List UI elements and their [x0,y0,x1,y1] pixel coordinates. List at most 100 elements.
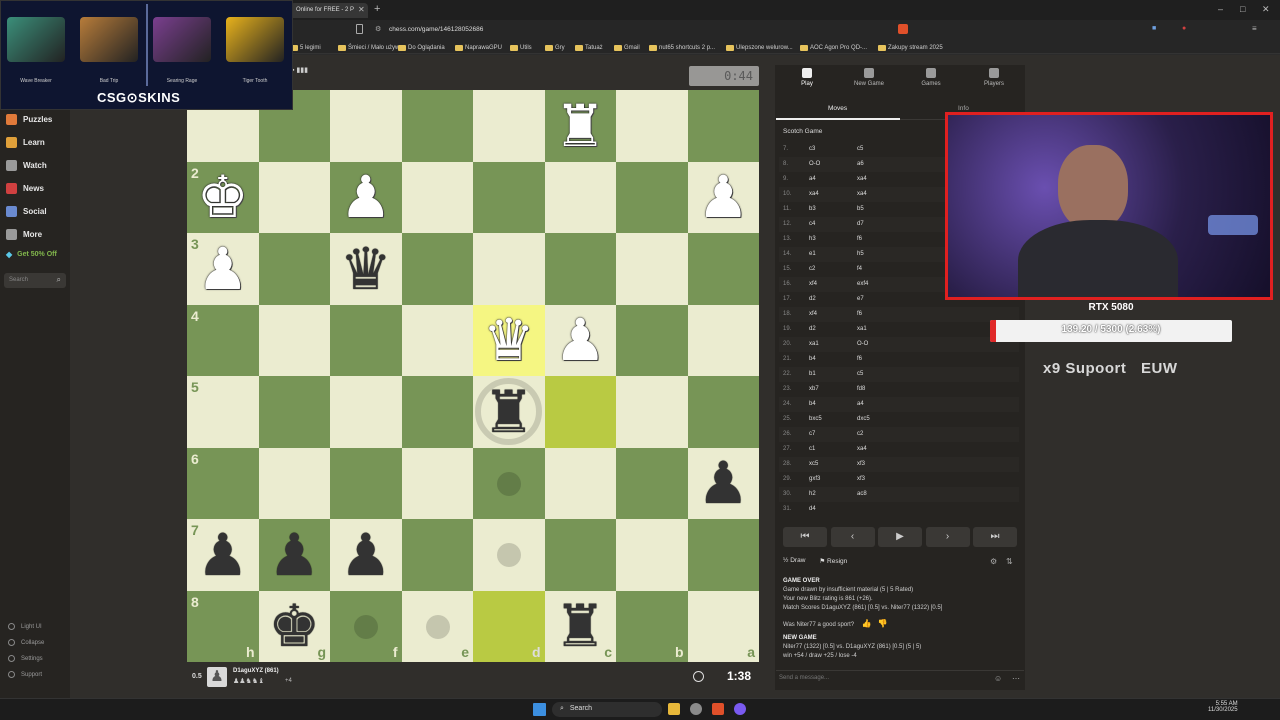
white-move[interactable]: xa4 [809,191,819,197]
bookmark-item[interactable]: Ulepszone welurow... [726,43,793,52]
sidebar-item-watch[interactable]: Watch [6,156,47,174]
board-square[interactable]: ♛ [330,233,402,305]
bookmark-icon[interactable] [356,24,363,34]
resign-button[interactable]: ⚑ Resign [819,557,847,565]
minimize-button[interactable]: – [1218,4,1223,14]
close-window-button[interactable]: ✕ [1262,4,1270,15]
board-square[interactable] [401,304,473,376]
white-move[interactable]: b4 [809,356,816,362]
nav-new-game[interactable]: New Game [844,68,894,87]
sidebar-footer-collapse[interactable]: Collapse [8,639,44,646]
previous-move-button[interactable]: ‹ [830,527,875,547]
black-move[interactable]: xf3 [857,476,865,482]
black-move[interactable]: c5 [857,371,863,377]
app-icon[interactable] [690,703,702,715]
extension-icon[interactable]: ● [1182,25,1186,32]
file-explorer-icon[interactable] [668,703,680,715]
next-move-button[interactable]: › [925,527,970,547]
sidebar-footer-settings[interactable]: Settings [8,655,43,662]
black-move[interactable]: h5 [857,251,864,257]
player-name[interactable]: D1aguXYZ (861) [233,668,279,674]
black-move[interactable]: f6 [857,311,862,317]
move-hint-dot[interactable] [497,543,521,567]
board-square[interactable]: ♜ [473,376,545,448]
board-square[interactable] [401,519,473,591]
board-square[interactable] [258,376,330,448]
black-king-piece[interactable]: ♚ [259,591,331,663]
url-field[interactable]: chess.com/game/146128052686 [389,26,483,33]
board-square[interactable]: e [401,590,473,662]
close-tab-icon[interactable]: ✕ [358,5,365,14]
white-queen-piece[interactable]: ♛ [473,305,545,377]
board-square[interactable]: 6 [187,447,259,519]
black-move[interactable]: fd8 [857,386,865,392]
first-move-button[interactable]: ⏮ [783,527,827,547]
board-square[interactable]: 4 [187,304,259,376]
board-square[interactable] [330,376,402,448]
sidebar-footer-support[interactable]: Support [8,671,42,678]
board-square[interactable] [258,161,330,233]
white-move[interactable]: c4 [809,221,815,227]
white-move[interactable]: b4 [809,401,816,407]
white-move[interactable]: b3 [809,206,816,212]
maximize-button[interactable]: □ [1240,4,1245,14]
board-square[interactable] [544,519,616,591]
board-square[interactable] [258,447,330,519]
board-square[interactable] [616,304,688,376]
white-move[interactable]: gxf3 [809,476,820,482]
thumbs-up-icon[interactable]: 👍 [862,619,872,628]
white-move[interactable]: bxc5 [809,416,822,422]
board-square[interactable] [473,519,545,591]
sidebar-item-more[interactable]: More [6,225,42,243]
board-square[interactable] [473,161,545,233]
board-square[interactable] [401,90,473,162]
board-square[interactable] [473,90,545,162]
move-hint-dot[interactable] [425,614,450,639]
bookmark-item[interactable]: Do Oglądania [398,43,445,52]
nav-play[interactable]: Play [782,68,832,87]
board-square[interactable]: c ♜ [544,590,616,662]
board-square[interactable] [401,376,473,448]
board-square[interactable] [687,376,759,448]
menu-icon[interactable]: ≡ [1252,24,1257,33]
white-move[interactable]: c3 [809,146,815,152]
draw-button[interactable]: ½ Draw [783,557,805,565]
board-square[interactable] [401,161,473,233]
flip-board-icon[interactable]: ⇅ [1006,557,1013,566]
board-square[interactable]: b [616,590,688,662]
black-queen-piece[interactable]: ♛ [330,233,402,305]
bookmark-item[interactable]: Gmail [614,43,640,52]
black-pawn-piece[interactable]: ♟ [688,448,760,520]
black-move[interactable]: e7 [857,296,864,302]
move-hint-dot[interactable] [354,614,378,639]
player-avatar[interactable]: ♟ [207,667,227,687]
white-move[interactable]: c1 [809,446,815,452]
bookmark-item[interactable]: nut65 shortcuts 2 p... [649,43,715,52]
black-move[interactable]: a6 [857,161,864,167]
white-move[interactable]: xf4 [809,311,817,317]
bookmark-item[interactable]: Gry [545,43,565,52]
board-square[interactable] [687,233,759,305]
bookmark-item[interactable]: 5 legimi [290,43,321,52]
board-square[interactable]: 7 ♟ [187,519,259,591]
sidebar-item-social[interactable]: Social [6,202,47,220]
nav-games[interactable]: Games [906,68,956,87]
extension-icon[interactable]: ■ [1152,25,1156,32]
board-square[interactable]: ♟ [687,447,760,520]
bookmark-item[interactable]: Śmieci / Mało używ... [338,43,404,52]
black-move[interactable]: ac8 [857,491,867,497]
board-square[interactable] [258,233,330,305]
black-move[interactable]: c2 [857,431,863,437]
board-square[interactable]: 2 ♚ [187,161,259,233]
sidebar-item-news[interactable]: News [6,179,44,197]
board-square[interactable] [616,376,688,448]
board-square[interactable] [330,304,402,376]
board-square[interactable]: a [687,590,759,662]
black-move[interactable]: xf3 [857,461,865,467]
bookmark-item[interactable]: NaprawaGPU [455,43,502,52]
black-move[interactable]: xa4 [857,191,867,197]
white-pawn-piece[interactable]: ♟ [187,233,259,305]
tab-moves[interactable]: Moves [828,105,847,112]
chess-board[interactable]: ♜ 2 ♚ ♟ ♟ 3 ♟ ♛ 4 ♛ ♟ 5 ♜ 6 ♟ 7 ♟ ♟ ♟ 8 h g ♚ f e d c ♜ b a [187,90,759,662]
new-tab-button[interactable]: + [374,3,380,15]
